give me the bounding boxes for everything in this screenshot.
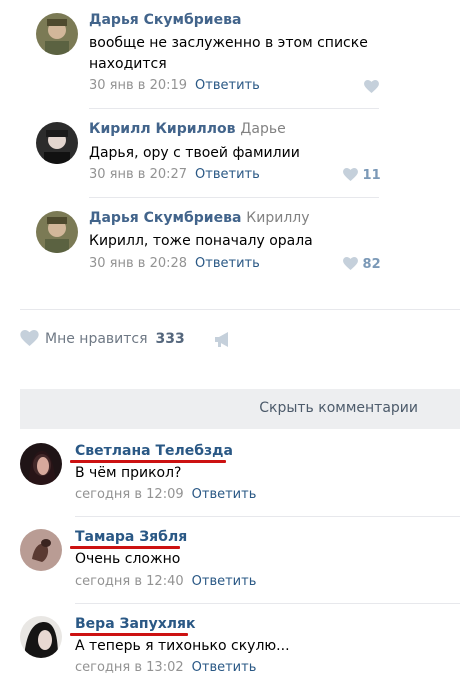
comment-author[interactable]: Вера Запухляк <box>75 616 195 632</box>
comment-meta: сегодня в 12:09 Ответить <box>75 487 256 502</box>
like-count: 333 <box>155 331 185 347</box>
hide-comments-label: Скрыть комментарии <box>259 400 418 416</box>
avatar[interactable] <box>20 443 62 485</box>
reply-to[interactable]: Дарье <box>240 121 285 137</box>
divider <box>75 516 460 517</box>
comment-meta: сегодня в 12:40 Ответить <box>75 574 256 589</box>
reply-link[interactable]: Ответить <box>192 660 257 675</box>
comment-author[interactable]: Дарья Скумбриева Кириллу <box>89 210 310 226</box>
divider <box>75 603 460 604</box>
reply-link[interactable]: Ответить <box>195 256 260 271</box>
reply-link[interactable]: Ответить <box>195 167 260 182</box>
avatar[interactable] <box>36 122 78 164</box>
post-like-button[interactable]: Мне нравится 333 <box>20 330 185 347</box>
like-button[interactable]: 82 <box>343 257 381 272</box>
comment-time[interactable]: 30 янв в 20:19 <box>89 78 187 93</box>
divider <box>20 309 460 310</box>
comment-author[interactable]: Кирилл Кириллов Дарье <box>89 121 286 137</box>
reply-link[interactable]: Ответить <box>192 487 257 502</box>
comment-text-line: находится <box>89 56 167 72</box>
comment-time[interactable]: 30 янв в 20:28 <box>89 256 187 271</box>
avatar[interactable] <box>36 211 78 253</box>
comment-meta: 30 янв в 20:19 Ответить <box>89 78 260 93</box>
comment-text-line: Дарья, ору с твоей фамилии <box>89 145 300 161</box>
megaphone-icon <box>215 332 228 347</box>
comment-meta: сегодня в 13:02 Ответить <box>75 660 256 675</box>
comment-time[interactable]: 30 янв в 20:27 <box>89 167 187 182</box>
reply-link[interactable]: Ответить <box>192 574 257 589</box>
divider <box>89 197 379 198</box>
reply-to[interactable]: Кириллу <box>246 210 309 226</box>
comment-text: Очень сложно <box>75 551 181 567</box>
comment-time[interactable]: сегодня в 13:02 <box>75 660 184 675</box>
comment-author[interactable]: Светлана Телебзда <box>75 443 233 459</box>
heart-icon <box>343 168 358 181</box>
comment-meta: 30 янв в 20:28 Ответить <box>89 256 260 271</box>
avatar[interactable] <box>20 616 62 658</box>
comment-author[interactable]: Тамара Зябля <box>75 529 187 545</box>
comment-text-line: вообще не заслуженно в этом списке <box>89 35 368 51</box>
comment-text: А теперь я тихонько скулю... <box>75 638 290 654</box>
like-count: 82 <box>362 257 381 272</box>
heart-icon <box>364 80 379 93</box>
avatar[interactable] <box>20 529 62 571</box>
hide-comments-button[interactable]: Скрыть комментарии <box>20 389 460 429</box>
like-label: Мне нравится <box>45 331 148 347</box>
heart-icon <box>20 330 39 346</box>
heart-icon <box>343 257 358 270</box>
comment-text: В чём прикол? <box>75 465 182 481</box>
divider <box>89 108 379 109</box>
comment-time[interactable]: сегодня в 12:40 <box>75 574 184 589</box>
reply-link[interactable]: Ответить <box>195 78 260 93</box>
comment-text-line: Кирилл, тоже поначалу орала <box>89 233 313 249</box>
comment-meta: 30 янв в 20:27 Ответить <box>89 167 260 182</box>
share-button[interactable] <box>213 331 233 352</box>
comment-author[interactable]: Дарья Скумбриева <box>89 12 241 28</box>
like-button[interactable]: 11 <box>343 168 381 183</box>
like-count: 11 <box>362 168 381 183</box>
comment-time[interactable]: сегодня в 12:09 <box>75 487 184 502</box>
avatar[interactable] <box>36 13 78 55</box>
like-button[interactable] <box>364 80 379 95</box>
